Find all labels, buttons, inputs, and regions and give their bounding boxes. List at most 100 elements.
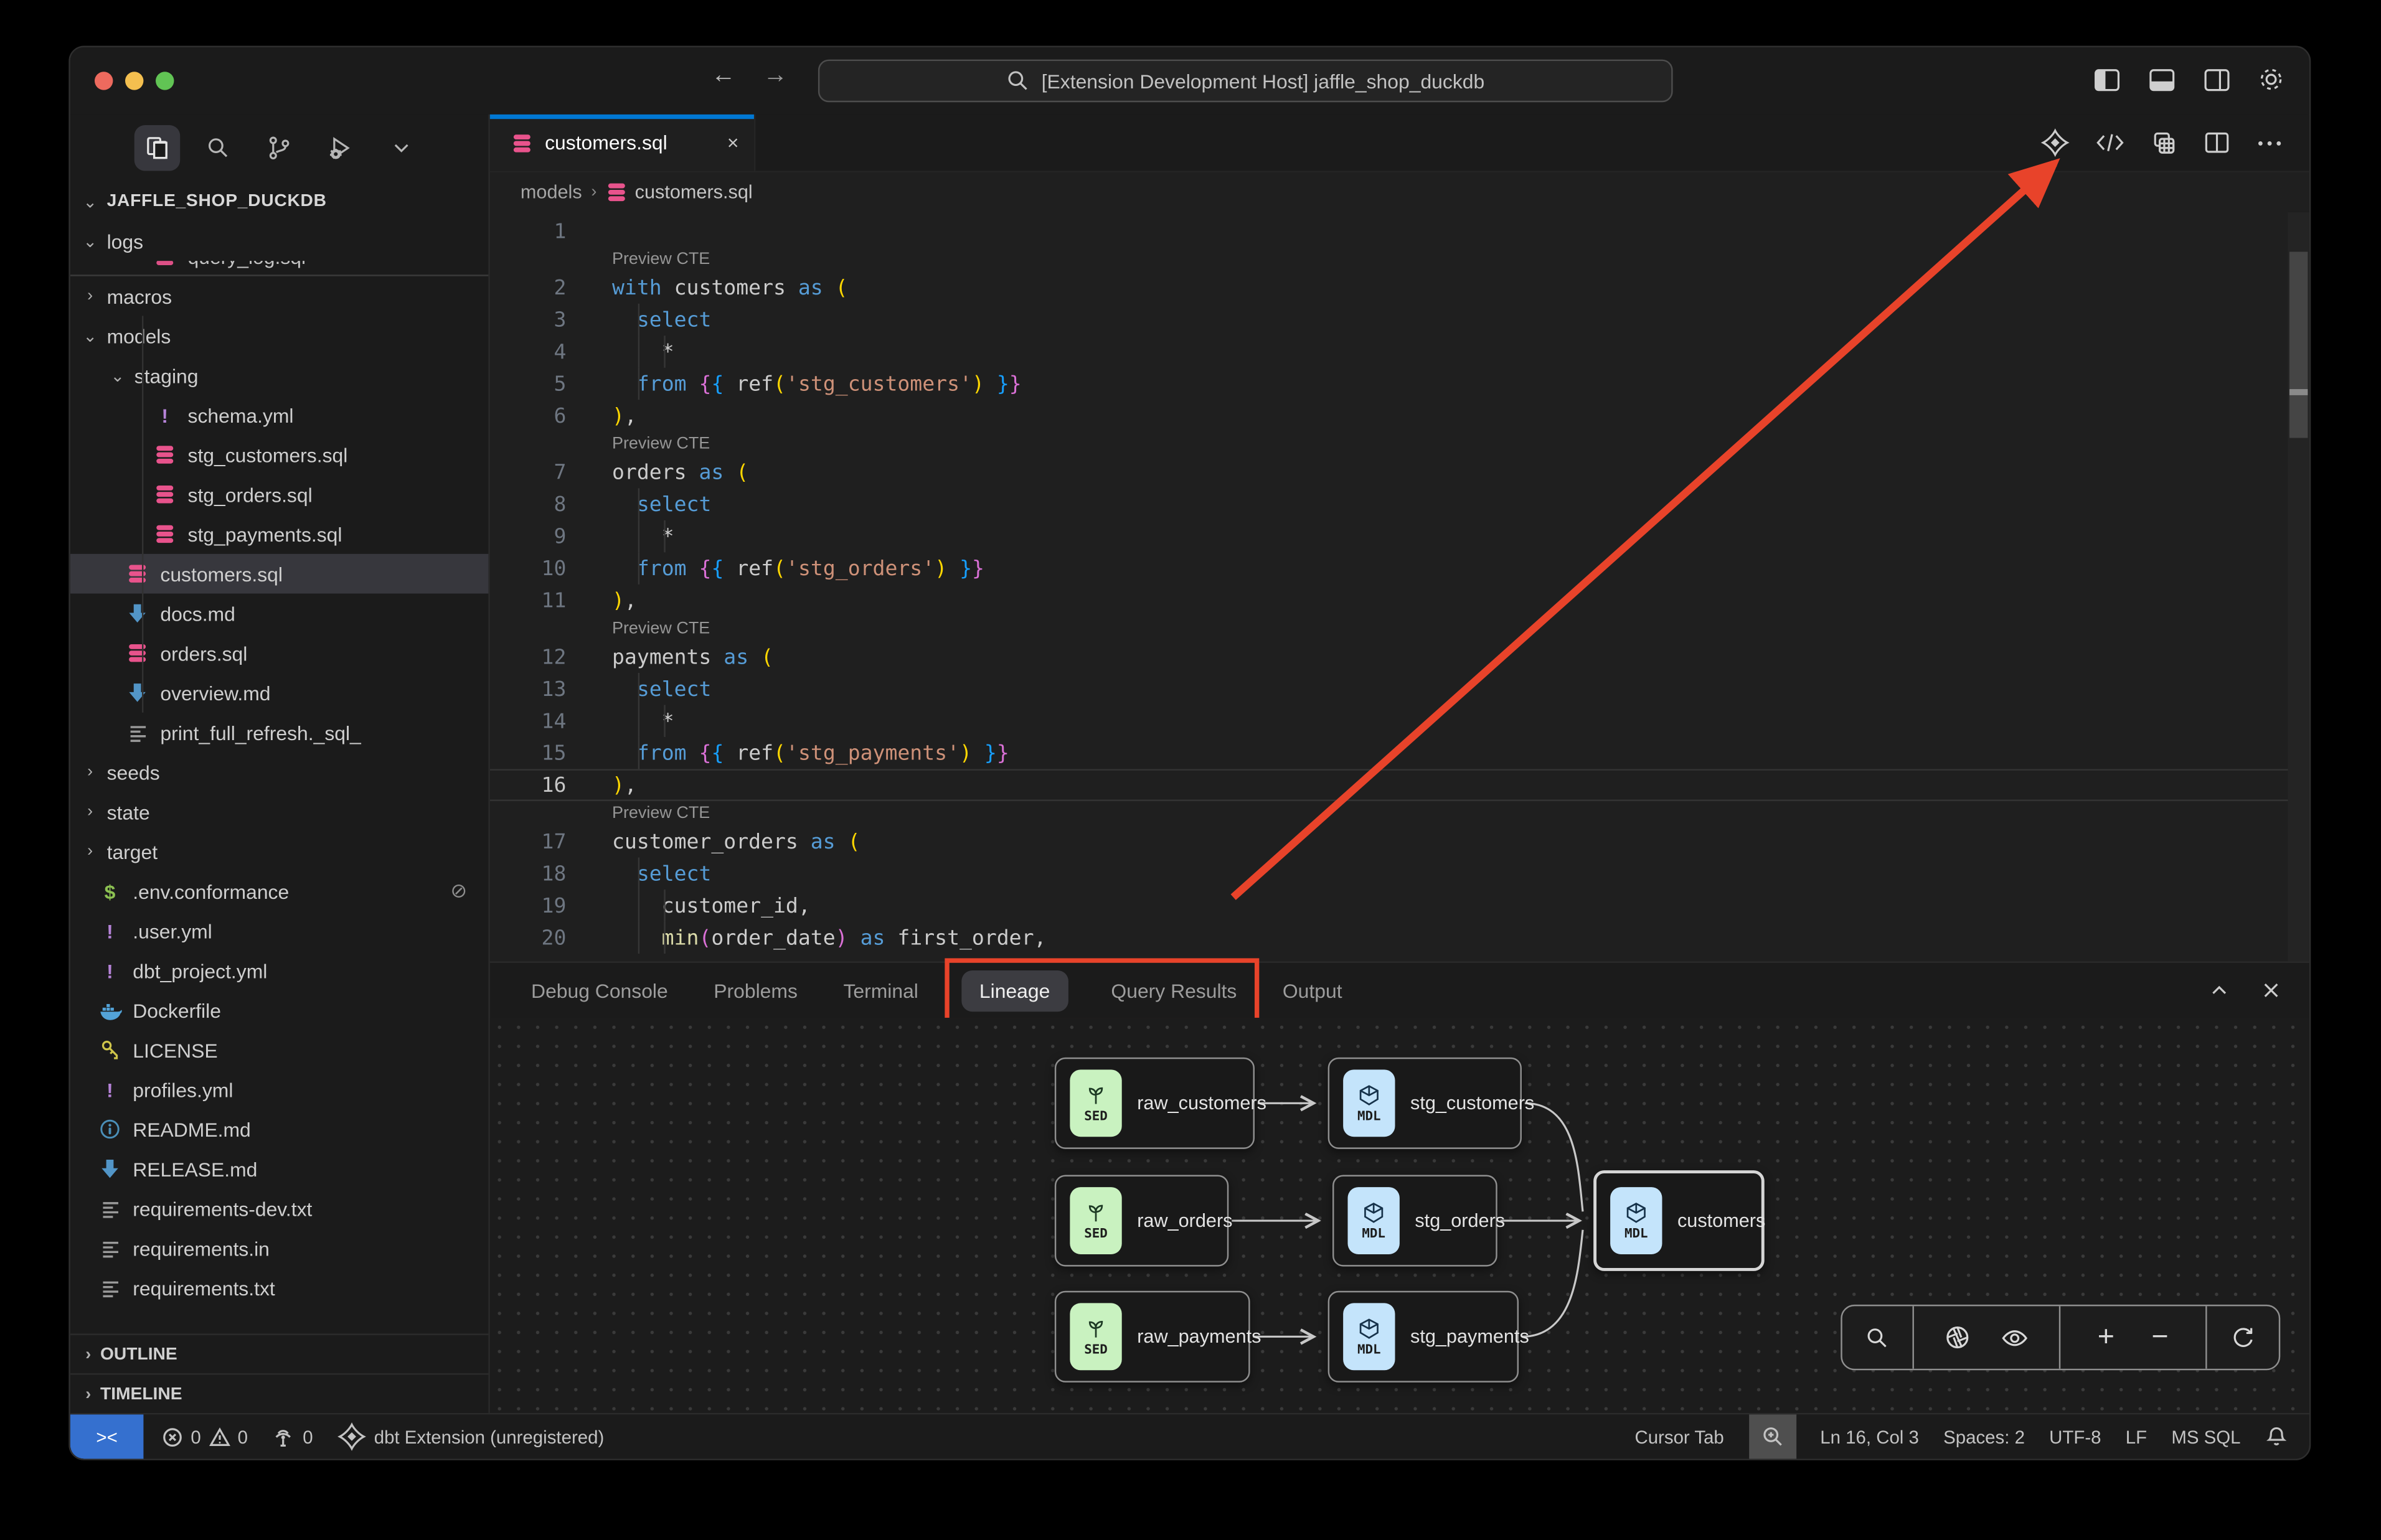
statusbar-cursor-tab[interactable]: Cursor Tab (1634, 1426, 1723, 1447)
code-line-2[interactable]: 2with customers as ( (490, 271, 2288, 303)
lineage-node-stg_payments[interactable]: MDL stg_payments (1328, 1291, 1519, 1383)
tree-file-readme-md[interactable]: README.md (70, 1109, 489, 1149)
dbt-icon[interactable] (2040, 128, 2070, 157)
code-line-20[interactable]: 20 min(order_date) as first_order, (490, 922, 2288, 954)
code-line-10[interactable]: 10 from {{ ref('stg_orders') }} (490, 552, 2288, 584)
statusbar-dbt-extension[interactable]: dbt Extension (unregistered) (337, 1422, 604, 1452)
code-editor[interactable]: 1Preview CTE2with customers as (3 select… (490, 212, 2309, 962)
code-line-7[interactable]: 7orders as ( (490, 456, 2288, 488)
code-line-14[interactable]: 14 * (490, 705, 2288, 737)
tree-folder-macros[interactable]: ›macros (70, 276, 489, 316)
code-line-5[interactable]: 5 from {{ ref('stg_customers') }} (490, 368, 2288, 400)
layout-sidebar-right-icon[interactable] (2199, 63, 2233, 96)
panel-tab-problems[interactable]: Problems (710, 970, 800, 1011)
activity-search[interactable] (196, 125, 242, 171)
code-line-18[interactable]: 18 select (490, 858, 2288, 890)
code-line-16[interactable]: 16), (490, 769, 2288, 801)
lineage-node-stg_orders[interactable]: MDL stg_orders (1332, 1175, 1497, 1267)
statusbar-ports[interactable]: 0 (272, 1426, 313, 1447)
lineage-node-raw_orders[interactable]: SED raw_orders (1055, 1175, 1228, 1267)
activity-run-debug[interactable] (318, 125, 364, 171)
statusbar-cursor-position[interactable]: Ln 16, Col 3 (1820, 1426, 1919, 1447)
tree-folder-seeds[interactable]: ›seeds (70, 752, 489, 792)
tree-file-dbt-project-yml[interactable]: !dbt_project.yml (70, 951, 489, 990)
more-actions-icon[interactable] (2256, 138, 2283, 148)
tree-file-orders-sql[interactable]: orders.sql (70, 633, 489, 673)
tree-file-stg-payments-sql[interactable]: stg_payments.sql (70, 514, 489, 554)
tree-file-print-full-refresh-sql-[interactable]: print_full_refresh._sql_ (70, 713, 489, 753)
tree-file-license[interactable]: LICENSE (70, 1030, 489, 1070)
eye-icon[interactable] (2001, 1326, 2029, 1348)
tree-file-docs-md[interactable]: docs.md (70, 594, 489, 634)
statusbar-problems[interactable]: 00 (162, 1426, 248, 1447)
code-line-17[interactable]: 17customer_orders as ( (490, 825, 2288, 857)
lineage-node-raw_customers[interactable]: SED raw_customers (1055, 1058, 1255, 1149)
statusbar-indentation[interactable]: Spaces: 2 (1943, 1426, 2025, 1447)
code-line-9[interactable]: 9 * (490, 520, 2288, 552)
activity-source-control[interactable] (257, 125, 303, 171)
codelens-preview-cte[interactable]: Preview CTE (490, 616, 2288, 641)
lineage-node-raw_payments[interactable]: SED raw_payments (1055, 1291, 1250, 1383)
code-line-8[interactable]: 8 select (490, 488, 2288, 520)
project-root[interactable]: ⌄JAFFLE_SHOP_DUCKDB (70, 182, 489, 222)
tree-file-requirements-dev-txt[interactable]: requirements-dev.txt (70, 1189, 489, 1229)
tree-file-stg-orders-sql[interactable]: stg_orders.sql (70, 474, 489, 514)
close-icon[interactable] (2260, 980, 2281, 1001)
refresh-icon[interactable] (2230, 1325, 2256, 1351)
tree-file--user-yml[interactable]: !.user.yml (70, 911, 489, 951)
tree-file-dockerfile[interactable]: Dockerfile (70, 990, 489, 1030)
lineage-node-stg_customers[interactable]: MDL stg_customers (1328, 1058, 1522, 1149)
statusbar-encoding[interactable]: UTF-8 (2049, 1426, 2101, 1447)
tab-customers-sql[interactable]: customers.sql × (490, 115, 756, 171)
codelens-preview-cte[interactable]: Preview CTE (490, 432, 2288, 456)
tree-folder-staging[interactable]: ⌄staging (70, 355, 489, 395)
tree-file-release-md[interactable]: RELEASE.md (70, 1149, 489, 1189)
code-line-3[interactable]: 3 select (490, 304, 2288, 336)
statusbar-notifications[interactable] (2265, 1425, 2288, 1448)
tree-file-overview-md[interactable]: overview.md (70, 673, 489, 713)
tree-folder-logs[interactable]: ⌄logs (70, 221, 489, 261)
back-icon[interactable]: ← (711, 63, 735, 90)
editor-scrollbar[interactable] (2288, 212, 2309, 962)
panel-tab-query-results[interactable]: Query Results (1108, 970, 1240, 1011)
zoom-in-icon[interactable]: + (2098, 1323, 2115, 1352)
sidebar-section-outline[interactable]: ›OUTLINE (70, 1333, 489, 1373)
tree-file-stg-customers-sql[interactable]: stg_customers.sql (70, 435, 489, 475)
chevron-up-icon[interactable] (2209, 980, 2230, 1001)
tree-folder-target[interactable]: ›target (70, 832, 489, 871)
minimize-window-button[interactable] (125, 72, 143, 90)
sidebar-section-timeline[interactable]: ›TIMELINE (70, 1373, 489, 1413)
codelens-preview-cte[interactable]: Preview CTE (490, 247, 2288, 271)
statusbar-zoom-indicator[interactable] (1748, 1414, 1796, 1458)
scrollbar-thumb[interactable] (2289, 251, 2308, 438)
zoom-window-button[interactable] (156, 72, 174, 90)
query-results-icon[interactable] (2151, 129, 2178, 156)
code-icon[interactable] (2096, 131, 2125, 154)
lineage-node-customers[interactable]: MDL customers (1593, 1170, 1765, 1271)
code-line-12[interactable]: 12payments as ( (490, 641, 2288, 673)
code-line-11[interactable]: 11), (490, 585, 2288, 616)
layout-panel-icon[interactable] (2144, 63, 2178, 96)
command-center-search[interactable]: [Extension Development Host] jaffle_shop… (818, 60, 1673, 103)
remote-indicator[interactable]: >< (70, 1414, 144, 1458)
codelens-preview-cte[interactable]: Preview CTE (490, 801, 2288, 825)
tree-file-query-log-sql[interactable]: query_log.sql (70, 261, 489, 276)
tree-file-requirements-txt[interactable]: requirements.txt (70, 1268, 489, 1308)
statusbar-language-mode[interactable]: MS SQL (2171, 1426, 2240, 1447)
breadcrumb-folder[interactable]: models (521, 182, 582, 203)
tree-file-customers-sql[interactable]: customers.sql (70, 554, 489, 594)
code-line-13[interactable]: 13 select (490, 673, 2288, 705)
panel-tab-output[interactable]: Output (1280, 970, 1345, 1011)
zoom-out-icon[interactable]: − (2151, 1323, 2168, 1352)
panel-tab-terminal[interactable]: Terminal (841, 970, 922, 1011)
activity-more-views[interactable] (379, 125, 425, 171)
tree-folder-state[interactable]: ›state (70, 792, 489, 832)
statusbar-eol[interactable]: LF (2126, 1426, 2147, 1447)
gear-icon[interactable] (2255, 63, 2288, 96)
code-line-6[interactable]: 6), (490, 400, 2288, 431)
panel-tab-debug-console[interactable]: Debug Console (528, 970, 671, 1011)
lineage-graph[interactable]: SED raw_customers MDL stg_customers SED ra… (490, 1018, 2309, 1413)
code-line-1[interactable]: 1 (490, 215, 2288, 247)
tree-file-query-log-partial[interactable]: query_log.sql (70, 261, 489, 276)
close-tab-icon[interactable]: × (727, 131, 739, 154)
